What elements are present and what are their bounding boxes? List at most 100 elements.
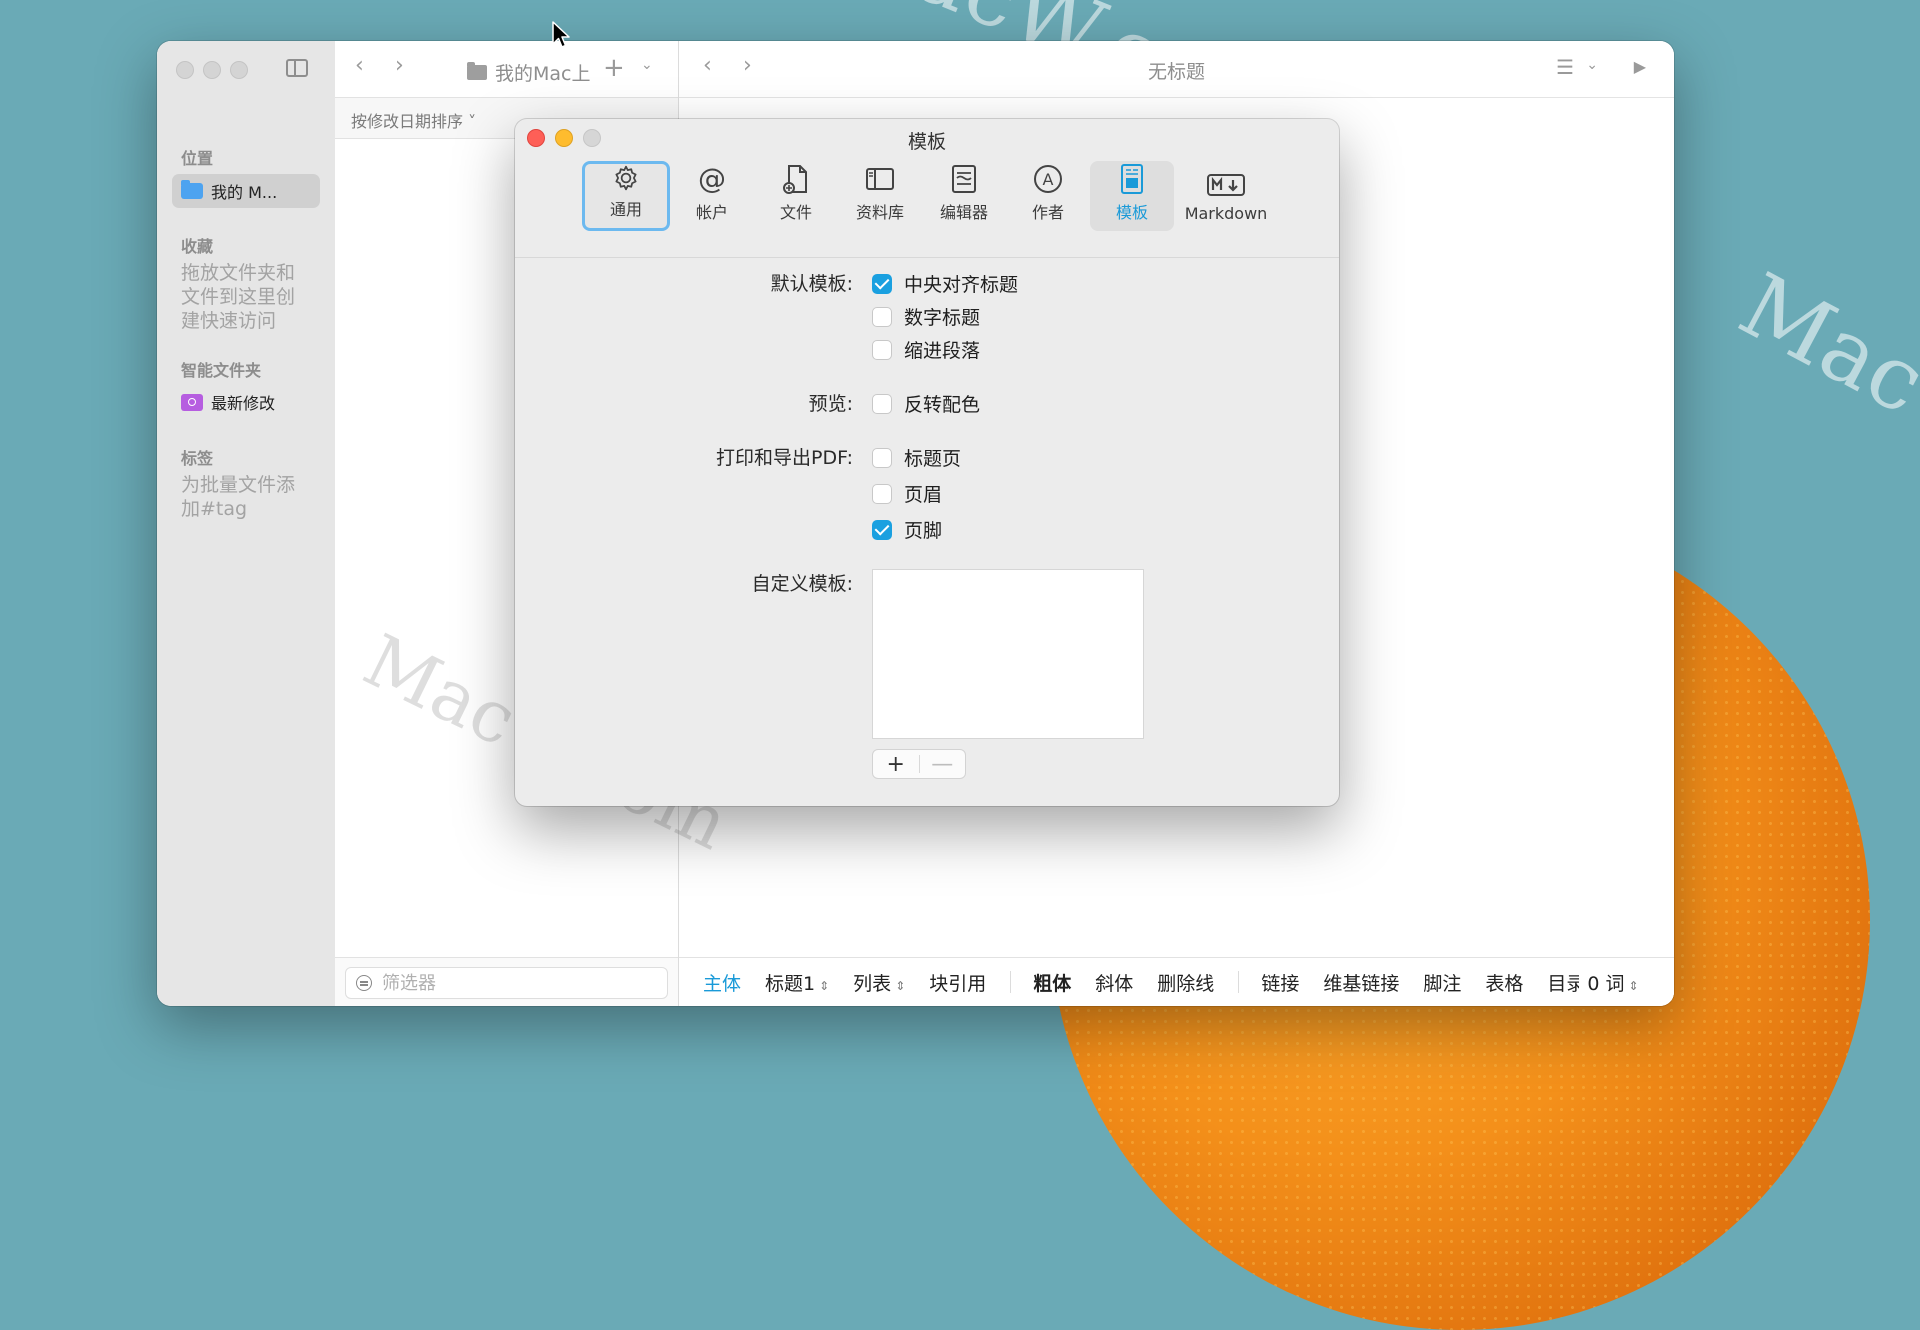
remove-template-button[interactable]: — (920, 750, 966, 778)
sidebar-section-favorites: 收藏 (181, 237, 214, 256)
format-bar: 主体 标题1 ⇕ 列表 ⇕ 块引用 粗体 斜体 删除线 链接 维基链接 脚注 表格 … (679, 957, 1674, 1006)
tab-library[interactable]: 资料库 (838, 161, 922, 231)
option-label: 中央对齐标题 (904, 274, 1019, 296)
folder-icon (181, 180, 203, 199)
divider (1238, 971, 1240, 993)
option-label: 缩进段落 (904, 340, 981, 362)
word-count[interactable]: 0 词 ⇕ (1587, 969, 1638, 996)
minimize-button[interactable] (203, 61, 221, 79)
checkbox[interactable] (872, 306, 892, 327)
watermark: MacW.com (1723, 253, 1920, 570)
at-icon: @ (698, 163, 726, 195)
location-label: 我的Mac上 (495, 63, 591, 85)
filter-box[interactable] (345, 967, 668, 999)
location-selector[interactable]: 我的Mac上 (467, 59, 590, 86)
document-title: 无标题 (1147, 61, 1205, 83)
chevron-down-icon[interactable]: ⌄ (641, 57, 653, 73)
option-title-page[interactable]: 标题页 (872, 444, 961, 471)
sidebar-item-label: 我的 M... (211, 183, 278, 202)
sidebar-item-recent[interactable]: 最新修改 (172, 385, 320, 419)
gear-icon (615, 165, 637, 191)
tab-file[interactable]: 文件 (754, 161, 838, 231)
tab-label: 资料库 (855, 203, 904, 222)
preferences-dialog: 模板 通用 @ 帐户 文件 资料库 编辑器 A 作者 模板 Markdown 默… (515, 119, 1339, 806)
filter-icon (356, 975, 372, 991)
window-controls (176, 61, 248, 79)
template-icon (1121, 164, 1143, 194)
close-button[interactable] (176, 61, 194, 79)
play-icon[interactable]: ▶ (1634, 57, 1646, 76)
sidebar-toggle-icon[interactable] (286, 59, 308, 77)
tab-label: 模板 (1115, 203, 1148, 222)
tab-label: 作者 (1031, 203, 1064, 222)
format-table[interactable]: 表格 (1485, 969, 1523, 996)
tab-label: 编辑器 (939, 203, 988, 222)
zoom-button[interactable] (230, 61, 248, 79)
svg-text:@: @ (698, 163, 726, 195)
default-template-label: 默认模板: (770, 273, 853, 295)
checkbox[interactable] (872, 393, 892, 414)
sidebar-section-tags: 标签 (181, 449, 214, 468)
tab-editor[interactable]: 编辑器 (922, 161, 1006, 231)
checkbox[interactable] (872, 339, 892, 360)
format-italic[interactable]: 斜体 (1095, 969, 1133, 996)
preferences-tabbar: 通用 @ 帐户 文件 资料库 编辑器 A 作者 模板 Markdown (515, 157, 1339, 258)
smart-folder-icon (181, 393, 203, 411)
format-heading[interactable]: 标题1 ⇕ (765, 969, 829, 996)
tab-label: 帐户 (695, 203, 728, 222)
format-blockquote[interactable]: 块引用 (929, 969, 986, 996)
tab-markdown[interactable]: Markdown (1178, 161, 1274, 231)
checkbox[interactable] (872, 447, 892, 468)
custom-template-list[interactable] (872, 569, 1144, 739)
file-add-icon (783, 165, 807, 194)
add-template-button[interactable]: + (873, 750, 919, 778)
format-bold[interactable]: 粗体 (1033, 969, 1071, 996)
print-export-label: 打印和导出PDF: (716, 447, 853, 469)
checkbox[interactable] (872, 273, 892, 294)
plus-icon[interactable]: + (603, 53, 625, 83)
outline-icon[interactable]: ☰ (1556, 55, 1574, 79)
format-body[interactable]: 主体 (703, 969, 741, 996)
option-center-title[interactable]: 中央对齐标题 (872, 270, 1018, 297)
divider (1010, 971, 1012, 993)
filter-input[interactable] (380, 971, 614, 995)
sort-menu[interactable]: 按修改日期排序 ˅ (351, 108, 476, 132)
tab-author[interactable]: A 作者 (1006, 161, 1090, 231)
tags-hint: 为批量文件添加#tag (181, 474, 296, 520)
option-header[interactable]: 页眉 (872, 480, 942, 507)
format-list[interactable]: 列表 ⇕ (853, 969, 905, 996)
template-add-remove: + — (872, 749, 966, 779)
format-footnote[interactable]: 脚注 (1423, 969, 1461, 996)
option-label: 页眉 (904, 484, 943, 506)
checkbox[interactable] (872, 483, 892, 504)
checkbox[interactable] (872, 519, 892, 540)
sidebar-item-my-mac[interactable]: 我的 M... (172, 174, 320, 208)
tab-general[interactable]: 通用 (582, 161, 670, 231)
format-link[interactable]: 链接 (1261, 969, 1299, 996)
back-icon[interactable]: ‹ (355, 53, 364, 78)
library-icon (866, 168, 894, 190)
option-invert-colors[interactable]: 反转配色 (872, 390, 980, 417)
tab-account[interactable]: @ 帐户 (670, 161, 754, 231)
tab-template[interactable]: 模板 (1090, 161, 1174, 231)
sidebar-item-label: 最新修改 (211, 394, 276, 413)
editor-header: ‹ › 无标题 ☰ ⌄ ▶ (679, 41, 1674, 98)
custom-template-label: 自定义模板: (751, 573, 853, 595)
option-label: 标题页 (904, 448, 962, 470)
format-toc[interactable]: 目录 (1547, 969, 1579, 996)
editor-icon (952, 165, 976, 193)
option-label: 页脚 (904, 520, 943, 542)
option-footer[interactable]: 页脚 (872, 516, 942, 543)
folder-icon (467, 62, 487, 80)
format-wikilink[interactable]: 维基链接 (1323, 969, 1399, 996)
format-strikethrough[interactable]: 删除线 (1157, 969, 1214, 996)
filter-bar (335, 957, 678, 1006)
svg-text:A: A (1043, 170, 1054, 189)
option-numbered-headings[interactable]: 数字标题 (872, 303, 980, 330)
forward-icon[interactable]: › (395, 53, 404, 78)
option-label: 数字标题 (904, 307, 981, 329)
option-indent-paragraphs[interactable]: 缩进段落 (872, 336, 980, 363)
mouse-cursor-icon (552, 21, 570, 48)
chevron-down-icon[interactable]: ⌄ (1586, 57, 1598, 73)
favorites-hint: 拖放文件夹和文件到这里创建快速访问 (181, 262, 296, 332)
